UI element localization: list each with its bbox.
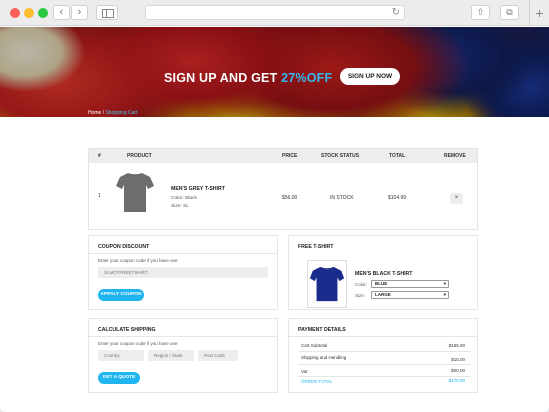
apply-coupon-button[interactable]: APPALY COUPON	[98, 289, 144, 301]
tabs-icon: ⧉	[506, 7, 513, 17]
shipping-title: CALCULATE SHIPPING	[98, 327, 156, 333]
close-window-button[interactable]	[10, 8, 20, 18]
sidebar-toggle-button[interactable]	[96, 5, 118, 20]
share-icon: ⇧	[476, 7, 485, 17]
close-icon: ×	[454, 195, 459, 201]
product-color: Color: Black	[171, 196, 197, 201]
address-bar[interactable]: ↻	[145, 5, 405, 20]
new-tab-button[interactable]: +	[529, 0, 549, 26]
column-header-price: PRICE	[282, 153, 298, 159]
free-tshirt-size-label: Size:	[355, 293, 366, 298]
blue-tshirt-image	[309, 266, 345, 302]
payment-details-panel: PAYMENT DETAILS Cart Subtotal $155.00 Sh…	[288, 318, 478, 393]
zoom-window-button[interactable]	[38, 8, 48, 18]
promo-headline: SIGN UP AND GET 27%OFF	[164, 71, 332, 85]
column-header-total: TOTAL	[389, 153, 406, 159]
browser-window: ‹ › ↻ ⇧ ⧉ + SIGN UP AND GET 27%OFF SIGN …	[0, 0, 549, 412]
shipping-label: Shipping and Handling	[301, 355, 347, 360]
divider	[289, 336, 477, 337]
divider	[298, 364, 471, 365]
chevron-down-icon: ▾	[443, 281, 446, 286]
free-tshirt-name: MEN'S BLACK T-SHIRT	[355, 271, 413, 277]
sign-up-button[interactable]: SIGN UP NOW	[340, 68, 400, 85]
chevron-left-icon: ‹	[59, 6, 64, 18]
shipping-panel: CALCULATE SHIPPING Enter your coupon cod…	[88, 318, 278, 393]
cart-table: # PRODUCT PRICE STOCK STATUS TOTAL REMOV…	[88, 148, 478, 230]
divider	[298, 376, 471, 377]
breadcrumb-home[interactable]: Home	[88, 110, 101, 116]
chevron-down-icon: ▾	[443, 292, 446, 297]
column-header-index: #	[98, 153, 101, 159]
order-total-value: $170.00	[448, 378, 465, 383]
chevron-right-icon: ›	[77, 6, 82, 18]
remove-item-button[interactable]: ×	[450, 193, 463, 204]
divider	[89, 253, 277, 254]
blue-tshirt-thumbnail[interactable]	[307, 260, 347, 308]
cart-table-header: # PRODUCT PRICE STOCK STATUS TOTAL REMOV…	[89, 149, 477, 163]
free-tshirt-size-select[interactable]: LARGE ▾	[371, 291, 449, 299]
order-total-label: ORDER TOTAL	[301, 379, 333, 384]
coupon-input[interactable]: XLMOTFREETSHIRT	[98, 267, 268, 278]
show-tabs-button[interactable]: ⧉	[500, 5, 519, 20]
size-select-value: LARGE	[375, 292, 391, 297]
vat-value: $00.00	[451, 368, 465, 373]
payment-title: PAYMENT DETAILS	[298, 327, 346, 333]
shipping-value: $15.00	[451, 357, 465, 362]
grey-tshirt-image[interactable]	[116, 170, 154, 214]
subtotal-value: $155.00	[448, 343, 465, 348]
stock-status: IN STOCK	[330, 195, 354, 201]
breadcrumb: Home / Shopping Cart	[88, 110, 137, 116]
vat-label: Vat	[301, 369, 308, 374]
shipping-hint: Enter your coupon code if you have one	[98, 341, 178, 346]
reload-icon[interactable]: ↻	[392, 6, 400, 20]
forward-button[interactable]: ›	[71, 5, 88, 20]
free-tshirt-color-select[interactable]: BLUE ▾	[371, 280, 449, 288]
minimize-window-button[interactable]	[24, 8, 34, 18]
promo-discount: 27%OFF	[281, 71, 333, 85]
row-index: 1	[98, 193, 101, 199]
region-input[interactable]: Region / State	[148, 350, 194, 361]
column-header-remove: REMOVE	[444, 153, 466, 159]
product-price: $56.00	[282, 195, 298, 201]
divider	[89, 336, 277, 337]
country-input[interactable]: Country	[98, 350, 144, 361]
plus-icon: +	[535, 5, 544, 21]
browser-toolbar: ‹ › ↻ ⇧ ⧉ +	[0, 0, 549, 26]
postcode-input[interactable]: Post Code	[198, 350, 238, 361]
color-select-value: BLUE	[375, 281, 388, 286]
column-header-product: PRODUCT	[127, 153, 152, 159]
coupon-panel: COUPON DISCOUNT Enter your coupon code i…	[88, 235, 278, 310]
back-button[interactable]: ‹	[53, 5, 70, 20]
breadcrumb-current: Shopping Cart	[105, 110, 138, 116]
free-tshirt-color-label: Color:	[355, 282, 368, 287]
hero-banner: SIGN UP AND GET 27%OFF SIGN UP NOW Home …	[0, 27, 549, 117]
share-button[interactable]: ⇧	[471, 5, 490, 20]
column-header-stock-status: STOCK STATUS	[321, 153, 360, 159]
promo-headline-text: SIGN UP AND GET	[164, 71, 282, 85]
product-size: Size: SL	[171, 204, 189, 209]
free-tshirt-panel: FREE T-SHIRT MEN'S BLACK T-SHIRT Color: …	[288, 235, 478, 310]
row-total: $104.99	[388, 195, 407, 201]
get-quote-button[interactable]: GET A QUOTE	[98, 372, 140, 384]
coupon-title: COUPON DISCOUNT	[98, 244, 150, 250]
product-name[interactable]: MEN'S GREY T-SHIRT	[171, 186, 225, 192]
free-tshirt-title: FREE T-SHIRT	[298, 244, 334, 250]
subtotal-label: Cart Subtotal	[301, 343, 328, 348]
coupon-hint: Enter your coupon code if you have one	[98, 258, 178, 263]
divider	[298, 351, 471, 352]
